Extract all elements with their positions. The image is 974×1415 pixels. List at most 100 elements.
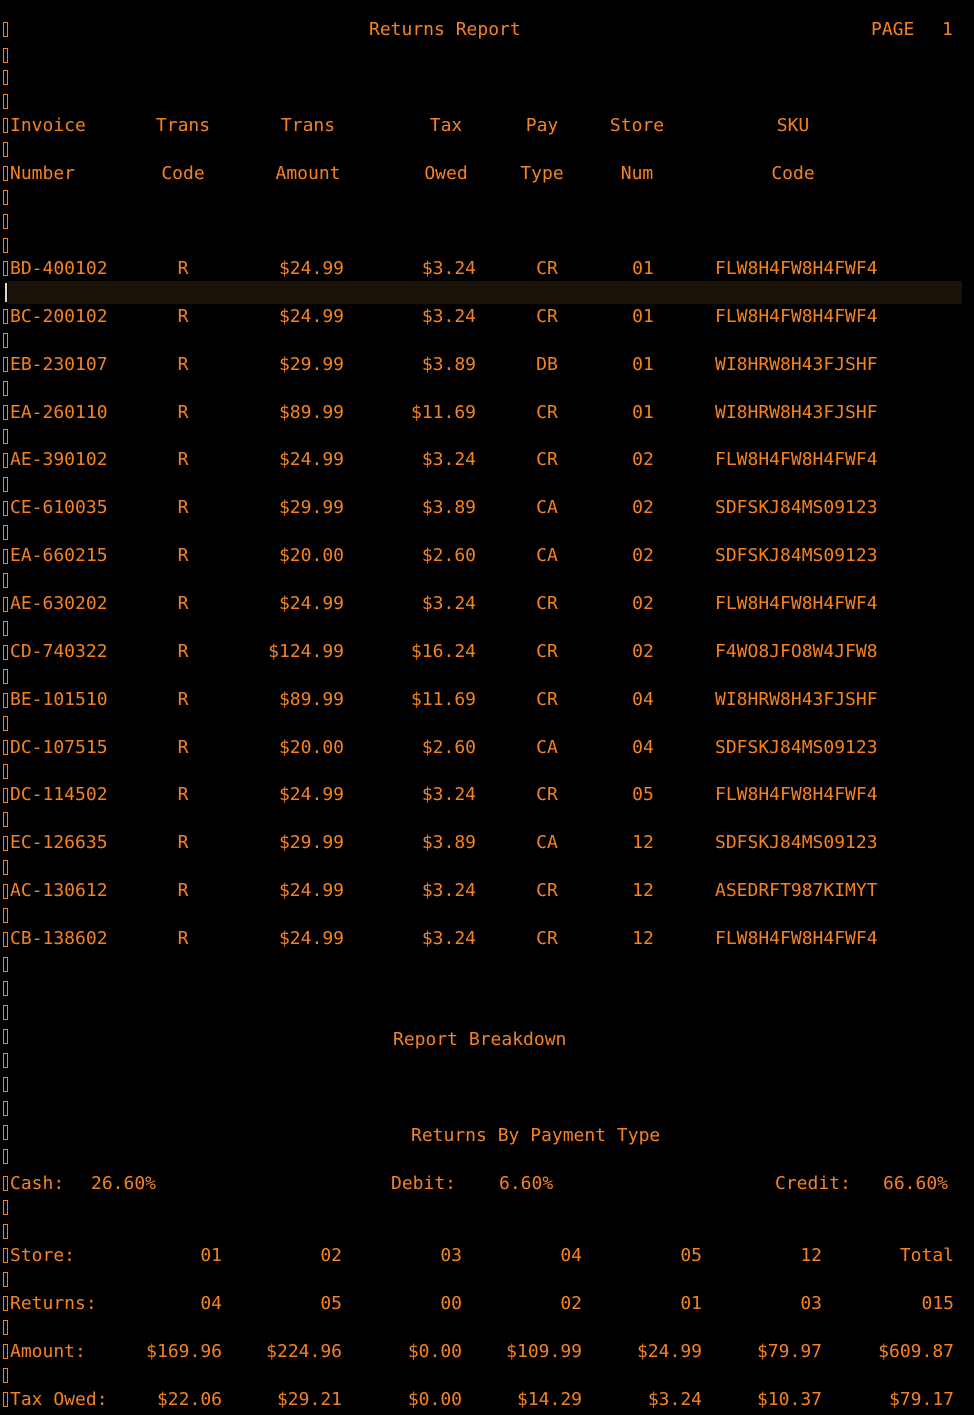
row-amount-cell: $24.99 <box>278 928 344 949</box>
control-char-glyph <box>3 932 8 947</box>
control-char-glyph <box>3 22 8 37</box>
header-sku-code-bottom: Code <box>771 163 815 184</box>
row-amount-cell: $24.99 <box>278 258 344 279</box>
breakdown-cell: Total <box>899 1245 954 1266</box>
control-char-glyph <box>3 981 8 996</box>
breakdown-cell: 015 <box>921 1293 954 1314</box>
control-char-glyph <box>3 501 8 516</box>
row-tax-cell: $3.24 <box>421 593 476 614</box>
header-trans-code-bottom: Code <box>161 163 205 184</box>
control-char-glyph <box>3 1296 8 1311</box>
breakdown-cell: 12 <box>800 1245 822 1266</box>
breakdown-row-label: Tax Owed: <box>10 1389 108 1410</box>
row-tax-cell: $3.24 <box>421 928 476 949</box>
row-amount-cell: $24.99 <box>278 306 344 327</box>
row-amount-cell: $20.00 <box>278 737 344 758</box>
header-invoice-bottom: Number <box>10 163 76 184</box>
control-char-glyph <box>3 788 8 803</box>
row-store-cell: 01 <box>632 306 654 327</box>
row-sku-cell: SDFSKJ84MS09123 <box>715 737 878 758</box>
control-char-glyph <box>3 70 8 85</box>
row-tax-cell: $2.60 <box>421 737 476 758</box>
row-invoice-cell: CE-610035 <box>10 497 108 518</box>
breakdown-cell: $3.24 <box>647 1389 702 1410</box>
report-title: Returns Report <box>369 19 521 40</box>
breakdown-row-label: Amount: <box>10 1341 86 1362</box>
control-char-glyph <box>3 621 8 636</box>
control-char-glyph <box>3 190 8 205</box>
row-sku-cell: FLW8H4FW8H4FWF4 <box>715 449 878 470</box>
breakdown-cell: 04 <box>200 1293 222 1314</box>
row-amount-cell: $89.99 <box>278 402 344 423</box>
row-invoice-cell: BD-400102 <box>10 258 108 279</box>
control-char-glyph <box>3 429 8 444</box>
control-char-glyph <box>3 884 8 899</box>
breakdown-cell: $10.37 <box>756 1389 822 1410</box>
row-store-cell: 02 <box>632 641 654 662</box>
control-char-glyph <box>3 1125 8 1140</box>
control-char-glyph <box>3 764 8 779</box>
row-tax-cell: $3.89 <box>421 832 476 853</box>
row-invoice-cell: AC-130612 <box>10 880 108 901</box>
control-char-glyph <box>3 597 8 612</box>
breakdown-cell: 05 <box>680 1245 702 1266</box>
control-char-glyph <box>3 477 8 492</box>
breakdown-cell: $22.06 <box>156 1389 222 1410</box>
row-tax-cell: $2.60 <box>421 545 476 566</box>
row-sku-cell: SDFSKJ84MS09123 <box>715 545 878 566</box>
breakdown-cell: 01 <box>680 1293 702 1314</box>
breakdown-cell: $609.87 <box>878 1341 954 1362</box>
control-char-glyph <box>3 669 8 684</box>
control-char-glyph <box>3 1320 8 1335</box>
control-char-glyph <box>3 214 8 229</box>
row-invoice-cell: CB-138602 <box>10 928 108 949</box>
debit-value: 6.60% <box>499 1173 554 1194</box>
breakdown-cell: $79.17 <box>888 1389 954 1410</box>
row-sku-cell: WI8HRW8H43FJSHF <box>715 689 878 710</box>
control-char-glyph <box>3 1224 8 1239</box>
breakdown-cell: $109.99 <box>506 1341 582 1362</box>
control-char-glyph <box>3 716 8 731</box>
row-amount-cell: $89.99 <box>278 689 344 710</box>
control-char-glyph <box>3 1176 8 1191</box>
row-tax-cell: $16.24 <box>410 641 476 662</box>
terminal-screen[interactable]: Returns Report PAGE 1 Invoice Number Trans… <box>0 0 974 1415</box>
row-amount-cell: $24.99 <box>278 593 344 614</box>
control-char-glyph <box>3 549 8 564</box>
control-char-glyph <box>3 1272 8 1287</box>
row-tax-cell: $3.89 <box>421 497 476 518</box>
breakdown-cell: $14.29 <box>516 1389 582 1410</box>
control-char-glyph <box>3 1005 8 1020</box>
control-char-glyph <box>3 693 8 708</box>
control-char-glyph <box>3 740 8 755</box>
row-store-cell: 01 <box>632 402 654 423</box>
row-invoice-cell: CD-740322 <box>10 641 108 662</box>
row-sku-cell: FLW8H4FW8H4FWF4 <box>715 258 878 279</box>
header-trans-code-top: Trans <box>155 115 211 136</box>
control-char-glyph <box>3 261 8 276</box>
row-amount-cell: $24.99 <box>278 784 344 805</box>
row-amount-cell: $124.99 <box>268 641 344 662</box>
row-store-cell: 01 <box>632 258 654 279</box>
row-sku-cell: ASEDRFT987KIMYT <box>715 880 878 901</box>
page-number: 1 <box>942 19 953 40</box>
row-tax-cell: $3.24 <box>421 306 476 327</box>
breakdown-cell: $29.21 <box>276 1389 342 1410</box>
row-store-cell: 12 <box>632 928 654 949</box>
row-sku-cell: FLW8H4FW8H4FWF4 <box>715 306 878 327</box>
row-store-cell: 02 <box>632 497 654 518</box>
row-invoice-cell: EB-230107 <box>10 354 108 375</box>
control-char-glyph <box>3 238 8 253</box>
breakdown-cell: 03 <box>440 1245 462 1266</box>
credit-value: 66.60% <box>883 1173 949 1194</box>
row-invoice-cell: EA-660215 <box>10 545 108 566</box>
control-char-glyph <box>3 142 8 157</box>
current-line-highlight <box>8 281 962 304</box>
control-char-glyph <box>3 453 8 468</box>
control-char-glyph <box>3 525 8 540</box>
row-sku-cell: SDFSKJ84MS09123 <box>715 832 878 853</box>
row-invoice-cell: AE-630202 <box>10 593 108 614</box>
header-trans-amount-bottom: Amount <box>275 163 341 184</box>
row-store-cell: 05 <box>632 784 654 805</box>
breakdown-cell: $79.97 <box>756 1341 822 1362</box>
